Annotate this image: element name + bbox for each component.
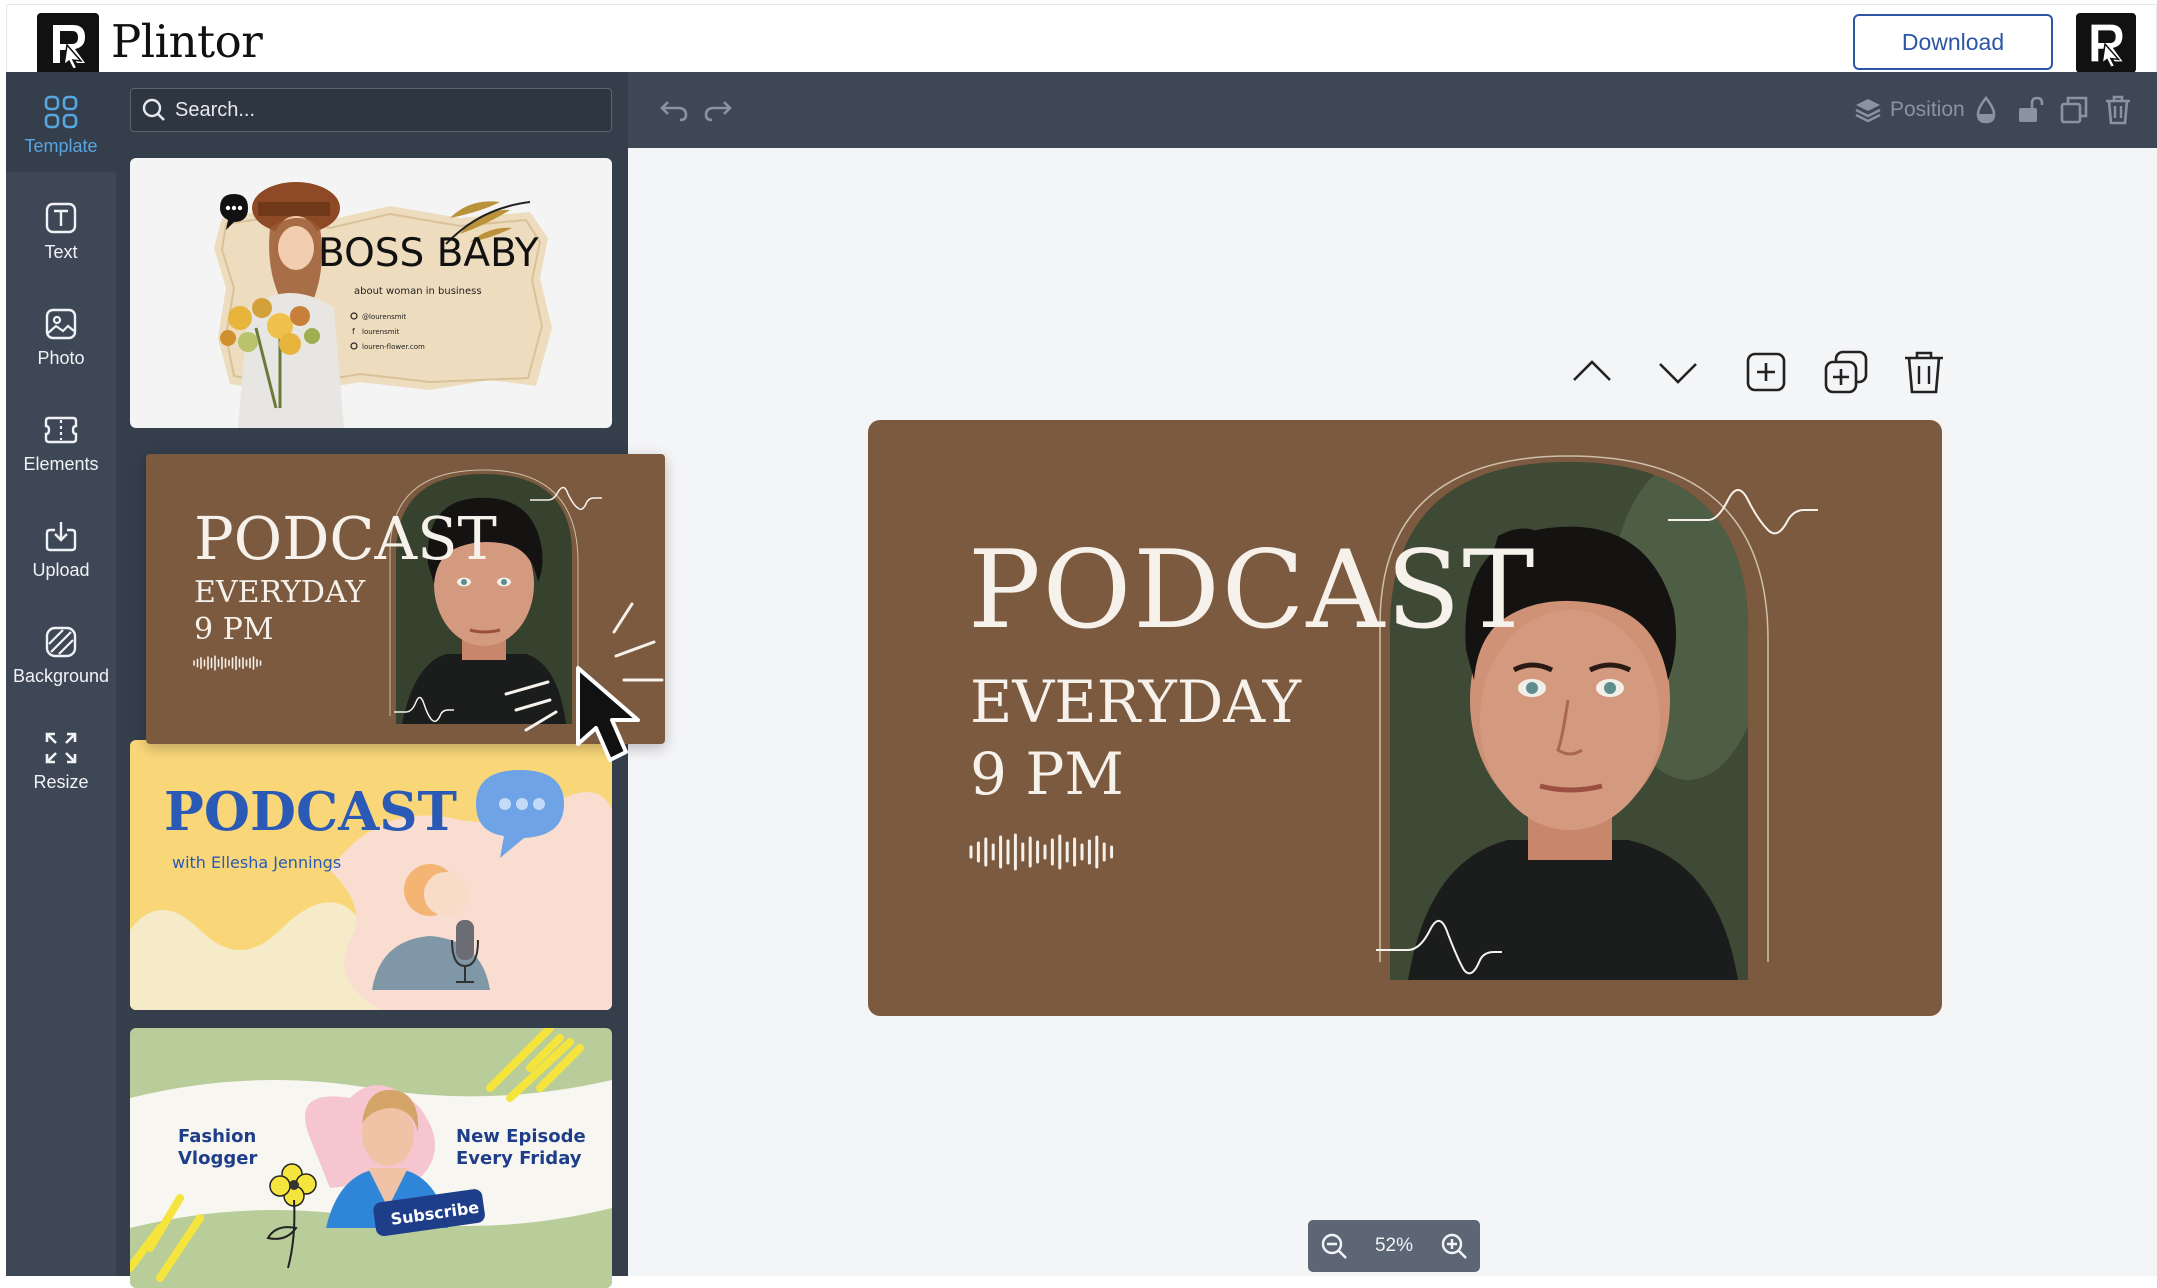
background-icon — [45, 626, 77, 658]
svg-text:Fashion: Fashion — [178, 1126, 256, 1147]
svg-text:lourensmit: lourensmit — [362, 328, 400, 336]
add-element-icon[interactable] — [1742, 348, 1790, 396]
zoom-in-icon[interactable] — [1440, 1232, 1468, 1260]
left-sidebar: Template Text Photo Elements Upload Back… — [6, 72, 116, 1276]
app-window: Plintor Download Template Text Photo Ele… — [0, 0, 2157, 1288]
position-button[interactable]: Position — [1854, 92, 1965, 128]
sidebar-item-elements[interactable]: Elements — [6, 390, 116, 490]
unlock-icon[interactable] — [2014, 94, 2046, 126]
svg-text:louren-flower.com: louren-flower.com — [362, 343, 425, 351]
sidebar-item-photo[interactable]: Photo — [6, 284, 116, 384]
svg-text:Every Friday: Every Friday — [456, 1148, 582, 1169]
sidebar-item-label: Photo — [37, 348, 85, 368]
duplicate-add-icon[interactable] — [1822, 348, 1870, 396]
card-podcast-title: PODCAST — [194, 504, 497, 573]
sidebar-item-template[interactable]: Template — [6, 72, 116, 172]
sidebar-item-label: Text — [44, 242, 78, 262]
card-podcast-line1: EVERYDAY — [194, 575, 366, 610]
svg-text:with Ellesha Jennings: with Ellesha Jennings — [172, 853, 341, 872]
color-drop-icon[interactable] — [1970, 94, 2002, 126]
sidebar-item-resize[interactable]: Resize — [6, 708, 116, 808]
app-name: Plintor — [111, 15, 263, 68]
search-icon — [142, 98, 165, 121]
elements-icon — [44, 416, 78, 444]
fashion-artwork: Subscribe Fashion Vlogger New Episode Ev… — [130, 1028, 612, 1282]
duplicate-icon[interactable] — [2058, 94, 2090, 126]
sidebar-item-upload[interactable]: Upload — [6, 496, 116, 596]
position-label: Position — [1890, 98, 1965, 121]
svg-text:@lourensmit: @lourensmit — [362, 313, 407, 321]
svg-text:f: f — [352, 327, 355, 336]
podcast-yellow-artwork: PODCAST with Ellesha Jennings — [130, 770, 612, 1010]
download-button[interactable]: Download — [1853, 14, 2053, 70]
chevron-down-icon[interactable] — [1654, 348, 1702, 396]
zoom-level: 52% — [1374, 1235, 1414, 1256]
search-input[interactable] — [175, 98, 595, 122]
undo-icon[interactable] — [658, 94, 690, 126]
search-box[interactable] — [130, 88, 612, 132]
editor-toolbar: Position — [628, 72, 2157, 148]
top-bar: Plintor Download — [6, 4, 2157, 75]
svg-text:BOSS BABY: BOSS BABY — [318, 231, 539, 276]
plintor-logo-icon-right[interactable] — [2076, 13, 2136, 73]
svg-text:New Episode: New Episode — [456, 1126, 586, 1147]
zoom-out-icon[interactable] — [1320, 1232, 1348, 1260]
layers-icon — [1855, 99, 1881, 123]
template-card-boss-baby[interactable]: BOSS BABY about woman in business @loure… — [130, 158, 612, 428]
trash-icon[interactable] — [2102, 94, 2134, 126]
chevron-up-icon[interactable] — [1568, 348, 1616, 396]
sidebar-item-background[interactable]: Background — [6, 602, 116, 702]
design-canvas-podcast[interactable]: PODCAST EVERYDAY 9 PM — [868, 420, 1942, 1016]
card-podcast-line2: 9 PM — [194, 612, 274, 647]
boss-baby-artwork: BOSS BABY about woman in business @loure… — [214, 182, 552, 428]
redo-icon[interactable] — [702, 94, 734, 126]
upload-icon — [45, 522, 77, 552]
template-card-fashion[interactable]: Subscribe Fashion Vlogger New Episode Ev… — [130, 1028, 612, 1288]
sidebar-item-label: Upload — [32, 560, 90, 580]
svg-text:PODCAST: PODCAST — [164, 781, 457, 843]
mouse-cursor-icon — [576, 666, 640, 762]
sidebar-item-label: Elements — [23, 454, 99, 474]
svg-text:about woman in business: about woman in business — [354, 286, 482, 297]
design-line2[interactable]: 9 PM — [970, 740, 1124, 808]
template-grid-icon — [44, 95, 78, 129]
text-icon — [45, 202, 77, 234]
template-card-podcast-yellow[interactable]: PODCAST with Ellesha Jennings — [130, 740, 612, 1010]
resize-icon — [45, 732, 77, 764]
trash-icon[interactable] — [1900, 348, 1948, 396]
design-line1[interactable]: EVERYDAY — [970, 668, 1301, 736]
sidebar-item-label: Background — [12, 666, 110, 686]
photo-icon — [45, 308, 77, 340]
sidebar-item-label: Resize — [33, 772, 89, 792]
zoom-control: 52% — [1308, 1220, 1480, 1272]
design-title[interactable]: PODCAST — [968, 528, 1536, 653]
plintor-logo-icon[interactable] — [37, 13, 99, 75]
sidebar-item-text[interactable]: Text — [6, 178, 116, 278]
svg-text:Vlogger: Vlogger — [178, 1148, 257, 1169]
sidebar-item-label: Template — [24, 136, 98, 156]
